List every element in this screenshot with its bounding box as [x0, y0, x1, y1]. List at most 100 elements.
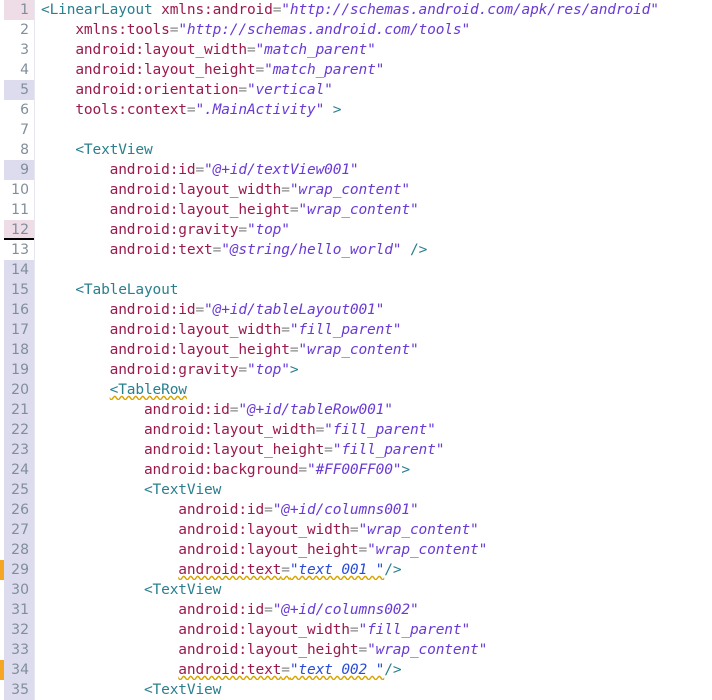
code-line-text[interactable]: android:orientation="vertical" — [35, 80, 712, 100]
code-line[interactable]: 29 android:text="text 001 "/> — [0, 560, 712, 580]
code-line[interactable]: 9 android:id="@+id/textView001" — [0, 160, 712, 180]
line-number[interactable]: 27 — [4, 520, 34, 540]
code-line-text[interactable]: android:layout_height="wrap_content" — [35, 540, 712, 560]
code-line-text[interactable]: android:layout_height="match_parent" — [35, 60, 712, 80]
code-line-text[interactable]: <TextView — [35, 680, 712, 700]
line-number[interactable]: 10 — [4, 180, 34, 200]
line-number[interactable]: 29 — [4, 560, 34, 580]
line-number[interactable]: 21 — [4, 400, 34, 420]
line-number[interactable]: 32 — [4, 620, 34, 640]
code-line[interactable]: 12 android:gravity="top" — [0, 220, 712, 240]
line-number[interactable]: 8 — [4, 140, 34, 160]
code-line-text[interactable]: <TableLayout — [35, 280, 712, 300]
line-number[interactable]: 24 — [4, 460, 34, 480]
code-line-text[interactable]: <TableRow — [35, 380, 712, 400]
line-number[interactable]: 6 — [4, 100, 34, 120]
line-number[interactable]: 12 — [4, 220, 34, 240]
line-number[interactable]: 34 — [4, 660, 34, 680]
code-line-text[interactable]: android:layout_height="wrap_content" — [35, 200, 712, 220]
code-line-text[interactable]: <TextView — [35, 480, 712, 500]
code-line-text[interactable]: android:layout_width="fill_parent" — [35, 620, 712, 640]
code-line-text[interactable]: android:layout_width="wrap_content" — [35, 180, 712, 200]
line-number[interactable]: 26 — [4, 500, 34, 520]
code-line[interactable]: 35 <TextView — [0, 680, 712, 700]
code-line-text[interactable]: android:layout_width="fill_parent" — [35, 320, 712, 340]
code-line-text[interactable]: <TextView — [35, 580, 712, 600]
code-line[interactable]: 4 android:layout_height="match_parent" — [0, 60, 712, 80]
code-line[interactable]: 33 android:layout_height="wrap_content" — [0, 640, 712, 660]
code-line-text[interactable]: android:layout_height="wrap_content" — [35, 640, 712, 660]
line-number[interactable]: 18 — [4, 340, 34, 360]
line-number[interactable]: 7 — [4, 120, 34, 140]
code-line[interactable]: 7 — [0, 120, 712, 140]
line-number[interactable]: 20 — [4, 380, 34, 400]
line-number[interactable]: 3 — [4, 40, 34, 60]
code-line[interactable]: 27 android:layout_width="wrap_content" — [0, 520, 712, 540]
code-line-text[interactable]: <LinearLayout xmlns:android="http://sche… — [35, 0, 712, 20]
code-line-text[interactable]: android:layout_height="wrap_content" — [35, 340, 712, 360]
code-line[interactable]: 26 android:id="@+id/columns001" — [0, 500, 712, 520]
code-line[interactable]: 21 android:id="@+id/tableRow001" — [0, 400, 712, 420]
xml-code-editor[interactable]: 1 <LinearLayout xmlns:android="http://sch… — [0, 0, 712, 700]
code-line-text[interactable]: <TextView — [35, 140, 712, 160]
code-line-text[interactable]: android:background="#FF00FF00"> — [35, 460, 712, 480]
line-number[interactable]: 19 — [4, 360, 34, 380]
code-line-text[interactable]: android:layout_height="fill_parent" — [35, 440, 712, 460]
line-number[interactable]: 1 — [4, 0, 34, 20]
line-number[interactable]: 25 — [4, 480, 34, 500]
code-line[interactable]: 1 <LinearLayout xmlns:android="http://sch… — [0, 0, 712, 20]
line-number[interactable]: 30 — [4, 580, 34, 600]
line-number[interactable]: 35 — [4, 680, 34, 700]
code-line-text[interactable]: android:id="@+id/tableRow001" — [35, 400, 712, 420]
code-line-text[interactable]: android:text="text 002 "/> — [35, 660, 712, 680]
line-number[interactable]: 28 — [4, 540, 34, 560]
code-line[interactable]: 17 android:layout_width="fill_parent" — [0, 320, 712, 340]
line-number[interactable]: 11 — [4, 200, 34, 220]
code-line-text[interactable]: tools:context=".MainActivity" > — [35, 100, 712, 120]
code-line[interactable]: 5 android:orientation="vertical" — [0, 80, 712, 100]
line-number[interactable]: 13 — [4, 240, 34, 260]
code-line[interactable]: 10 android:layout_width="wrap_content" — [0, 180, 712, 200]
line-number[interactable]: 15 — [4, 280, 34, 300]
code-line[interactable]: 16 android:id="@+id/tableLayout001" — [0, 300, 712, 320]
line-number[interactable]: 33 — [4, 640, 34, 660]
code-line[interactable]: 8 <TextView — [0, 140, 712, 160]
code-line[interactable]: 31 android:id="@+id/columns002" — [0, 600, 712, 620]
code-line-text[interactable]: android:id="@+id/columns001" — [35, 500, 712, 520]
code-line[interactable]: 15 <TableLayout — [0, 280, 712, 300]
code-line-text[interactable] — [35, 260, 712, 280]
line-number[interactable]: 31 — [4, 600, 34, 620]
line-number[interactable]: 16 — [4, 300, 34, 320]
code-line-text[interactable]: android:text="text 001 "/> — [35, 560, 712, 580]
code-line-text[interactable]: android:gravity="top"> — [35, 360, 712, 380]
code-line[interactable]: 18 android:layout_height="wrap_content" — [0, 340, 712, 360]
code-line[interactable]: 19 android:gravity="top"> — [0, 360, 712, 380]
line-number[interactable]: 17 — [4, 320, 34, 340]
line-number[interactable]: 9 — [4, 160, 34, 180]
line-number[interactable]: 23 — [4, 440, 34, 460]
code-line[interactable]: 13 android:text="@string/hello_world" /> — [0, 240, 712, 260]
code-line[interactable]: 2 xmlns:tools="http://schemas.android.co… — [0, 20, 712, 40]
line-number[interactable]: 2 — [4, 20, 34, 40]
code-line-text[interactable]: android:layout_width="match_parent" — [35, 40, 712, 60]
code-line-text[interactable]: xmlns:tools="http://schemas.android.com/… — [35, 20, 712, 40]
code-line[interactable]: 32 android:layout_width="fill_parent" — [0, 620, 712, 640]
code-line[interactable]: 3 android:layout_width="match_parent" — [0, 40, 712, 60]
code-line[interactable]: 30 <TextView — [0, 580, 712, 600]
code-line[interactable]: 23 android:layout_height="fill_parent" — [0, 440, 712, 460]
line-number[interactable]: 14 — [4, 260, 34, 280]
code-line-text[interactable]: android:id="@+id/textView001" — [35, 160, 712, 180]
code-line[interactable]: 20 <TableRow — [0, 380, 712, 400]
line-number[interactable]: 4 — [4, 60, 34, 80]
line-number[interactable]: 5 — [4, 80, 34, 100]
code-line-text[interactable]: android:layout_width="fill_parent" — [35, 420, 712, 440]
code-line-text[interactable]: android:id="@+id/columns002" — [35, 600, 712, 620]
code-line-text[interactable]: android:layout_width="wrap_content" — [35, 520, 712, 540]
code-line[interactable]: 14 — [0, 260, 712, 280]
code-line-text[interactable] — [35, 120, 712, 140]
line-number[interactable]: 22 — [4, 420, 34, 440]
code-line[interactable]: 6 tools:context=".MainActivity" > — [0, 100, 712, 120]
code-line[interactable]: 28 android:layout_height="wrap_content" — [0, 540, 712, 560]
code-line-text[interactable]: android:gravity="top" — [35, 220, 712, 240]
code-line[interactable]: 24 android:background="#FF00FF00"> — [0, 460, 712, 480]
